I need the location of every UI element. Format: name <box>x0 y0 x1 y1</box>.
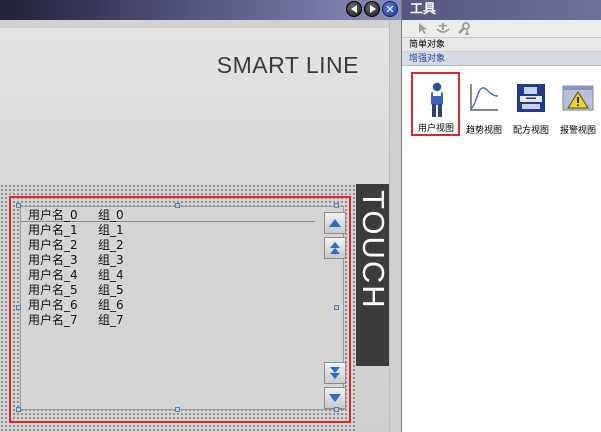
anchor-icon[interactable] <box>436 22 450 36</box>
scroll-up-button[interactable] <box>324 212 346 234</box>
resize-handle[interactable] <box>16 305 21 310</box>
group-cell: 组_1 <box>98 223 124 237</box>
alarm-view-icon <box>562 82 594 114</box>
user-name-cell: 用户名_1 <box>28 223 78 237</box>
user-row[interactable]: 用户名_1 组_1 <box>28 223 124 238</box>
scroll-up-icon <box>329 219 341 227</box>
tool-label: 配方视图 <box>512 126 549 136</box>
group-cell: 组_5 <box>98 283 124 297</box>
category-enhanced-objects[interactable]: 增强对象 <box>402 52 601 66</box>
page-down-button[interactable] <box>324 362 346 384</box>
tools-toolbar <box>402 20 601 38</box>
group-cell: 组_4 <box>98 268 124 282</box>
editor-right-border <box>389 20 401 432</box>
tool-recipe-view[interactable]: 配方视图 <box>508 74 554 136</box>
tool-label: 报警视图 <box>559 126 596 136</box>
resize-handle[interactable] <box>334 203 339 208</box>
editor-titlebar: ✕ <box>0 0 401 20</box>
user-view-widget[interactable]: 用户名_0 组_0 用户名_1 组_1 用户名_2 组_2 用户名_3 组_3 用户名_4 组_4… <box>9 196 351 423</box>
user-name-cell: 用户名_5 <box>28 283 78 297</box>
group-cell: 组_0 <box>98 208 124 222</box>
tools-pane: 工具 简单对象 增强对象 用户视图 趋势视图 配方视图 报警视图 <box>401 0 601 432</box>
page-up-button[interactable] <box>324 237 346 259</box>
user-row[interactable]: 用户名_0 组_0 <box>28 208 124 223</box>
user-name-cell: 用户名_0 <box>28 208 78 222</box>
hmi-editor: ✕ SMART LINE TOUCH 用户名_0 组_0 用户名_1 组_1 用户名_2… <box>0 0 401 432</box>
resize-handle[interactable] <box>16 203 21 208</box>
user-rows: 用户名_0 组_0 用户名_1 组_1 用户名_2 组_2 用户名_3 组_3 用户名_4 组_4… <box>28 208 124 328</box>
category-simple-objects[interactable]: 简单对象 <box>402 38 601 52</box>
tools-title: 工具 <box>402 0 601 20</box>
user-name-cell: 用户名_4 <box>28 268 78 282</box>
wrench-icon[interactable] <box>457 22 471 36</box>
user-row[interactable]: 用户名_7 组_7 <box>28 313 124 328</box>
user-row[interactable]: 用户名_4 组_4 <box>28 268 124 283</box>
user-name-cell: 用户名_2 <box>28 238 78 252</box>
group-cell: 组_6 <box>98 298 124 312</box>
user-name-cell: 用户名_7 <box>28 313 78 327</box>
user-row[interactable]: 用户名_6 组_6 <box>28 298 124 313</box>
user-row[interactable]: 用户名_5 组_5 <box>28 283 124 298</box>
tools-content: 用户视图 趋势视图 配方视图 报警视图 <box>402 66 601 432</box>
scroll-down-button[interactable] <box>324 387 346 409</box>
back-icon[interactable] <box>346 1 362 17</box>
touch-strip: TOUCH <box>356 184 389 366</box>
tool-label: 趋势视图 <box>465 126 502 136</box>
user-list[interactable]: 用户名_0 组_0 用户名_1 组_1 用户名_2 组_2 用户名_3 组_3 用户名_4 组_4… <box>20 206 346 410</box>
group-cell: 组_2 <box>98 238 124 252</box>
tool-user-view[interactable]: 用户视图 <box>411 72 460 136</box>
resize-handle[interactable] <box>175 203 180 208</box>
resize-handle[interactable] <box>334 305 339 310</box>
user-name-cell: 用户名_3 <box>28 253 78 267</box>
tool-label: 用户视图 <box>417 124 454 134</box>
trend-view-icon <box>468 82 500 114</box>
tool-trend-view[interactable]: 趋势视图 <box>461 74 507 136</box>
user-row[interactable]: 用户名_2 组_2 <box>28 238 124 253</box>
close-icon[interactable]: ✕ <box>382 1 398 17</box>
group-cell: 组_3 <box>98 253 124 267</box>
resize-handle[interactable] <box>16 407 21 412</box>
user-name-cell: 用户名_6 <box>28 298 78 312</box>
tool-alarm-view[interactable]: 报警视图 <box>555 74 601 136</box>
user-view-icon <box>421 82 453 117</box>
scroll-down-icon <box>329 394 341 402</box>
touch-label: TOUCH <box>356 190 389 310</box>
group-cell: 组_7 <box>98 313 124 327</box>
panel-brand-text: SMART LINE <box>216 52 359 78</box>
user-row[interactable]: 用户名_3 组_3 <box>28 253 124 268</box>
recipe-view-icon <box>515 82 547 114</box>
pointer-icon[interactable] <box>416 22 430 36</box>
resize-handle[interactable] <box>175 407 180 412</box>
resize-handle[interactable] <box>334 407 339 412</box>
forward-icon[interactable] <box>364 1 380 17</box>
